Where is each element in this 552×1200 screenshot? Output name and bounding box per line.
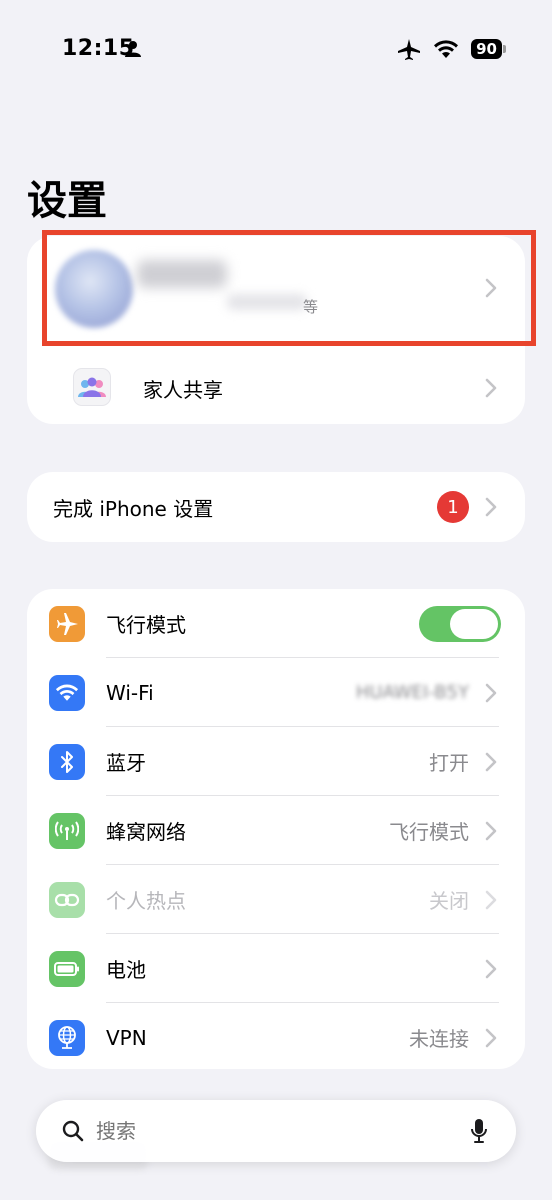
chevron-right-icon <box>485 683 497 702</box>
personal-hotspot-label: 个人热点 <box>106 889 186 913</box>
personal-hotspot-status: 关闭 <box>429 889 469 913</box>
wifi-network-name: HUAWEI-B5Y <box>355 682 469 703</box>
bluetooth-row[interactable]: 蓝牙 打开 <box>27 727 525 796</box>
battery-icon: 90 <box>471 39 506 59</box>
finish-setup-label: 完成 iPhone 设置 <box>53 496 214 521</box>
chevron-right-icon <box>485 497 497 517</box>
battery-label: 电池 <box>106 958 146 982</box>
chevron-right-icon <box>485 890 497 909</box>
battery-row[interactable]: 电池 <box>27 934 525 1003</box>
wifi-icon <box>434 40 459 58</box>
family-sharing-icon <box>73 368 111 406</box>
cellular-icon <box>49 812 85 849</box>
notification-badge: 1 <box>437 491 469 523</box>
status-bar: 12:15 90 <box>0 0 552 100</box>
airplane-mode-label: 飞行模式 <box>106 613 186 637</box>
microphone-icon[interactable] <box>470 1118 488 1144</box>
personal-hotspot-row: 个人热点 关闭 <box>27 865 525 934</box>
chevron-right-icon <box>485 959 497 978</box>
cellular-status: 飞行模式 <box>389 820 469 844</box>
search-input[interactable] <box>96 1114 446 1148</box>
chevron-right-icon <box>485 752 497 771</box>
chevron-right-icon <box>485 1028 497 1047</box>
connectivity-card: 飞行模式 Wi-Fi HUAWEI-B5Y 蓝牙 打开 蜂窝网络 飞行模式 个人… <box>27 589 525 1069</box>
vpn-label: VPN <box>106 1025 147 1050</box>
bluetooth-icon <box>49 743 85 780</box>
vpn-globe-icon <box>49 1019 85 1056</box>
wifi-label: Wi-Fi <box>106 680 154 705</box>
airplane-mode-toggle[interactable] <box>419 605 501 642</box>
chevron-right-icon <box>485 378 497 398</box>
hotspot-icon <box>49 881 85 918</box>
battery-level: 90 <box>471 39 502 59</box>
wifi-icon <box>49 674 85 711</box>
highlight-box <box>42 230 536 346</box>
bluetooth-label: 蓝牙 <box>106 751 146 775</box>
finish-setup-row[interactable]: 完成 iPhone 设置 1 <box>27 472 525 542</box>
vpn-row[interactable]: VPN 未连接 <box>27 1003 525 1069</box>
cellular-row[interactable]: 蜂窝网络 飞行模式 <box>27 796 525 865</box>
family-sharing-label: 家人共享 <box>143 378 223 402</box>
battery-icon <box>49 950 85 987</box>
airplane-mode-row: 飞行模式 <box>27 589 525 658</box>
vpn-status: 未连接 <box>409 1027 469 1051</box>
airplane-icon <box>49 605 85 642</box>
person-icon <box>125 41 141 57</box>
setup-card[interactable]: 完成 iPhone 设置 1 <box>27 472 525 542</box>
status-icons: 90 <box>397 38 506 60</box>
wifi-row[interactable]: Wi-Fi HUAWEI-B5Y <box>27 658 525 727</box>
family-sharing-row[interactable]: 家人共享 <box>27 352 525 424</box>
airplane-icon <box>398 39 421 60</box>
cellular-label: 蜂窝网络 <box>106 820 186 844</box>
search-icon <box>62 1120 84 1142</box>
bluetooth-status: 打开 <box>429 751 469 775</box>
search-bar[interactable] <box>36 1100 516 1162</box>
page-title: 设置 <box>27 178 107 224</box>
chevron-right-icon <box>485 821 497 840</box>
